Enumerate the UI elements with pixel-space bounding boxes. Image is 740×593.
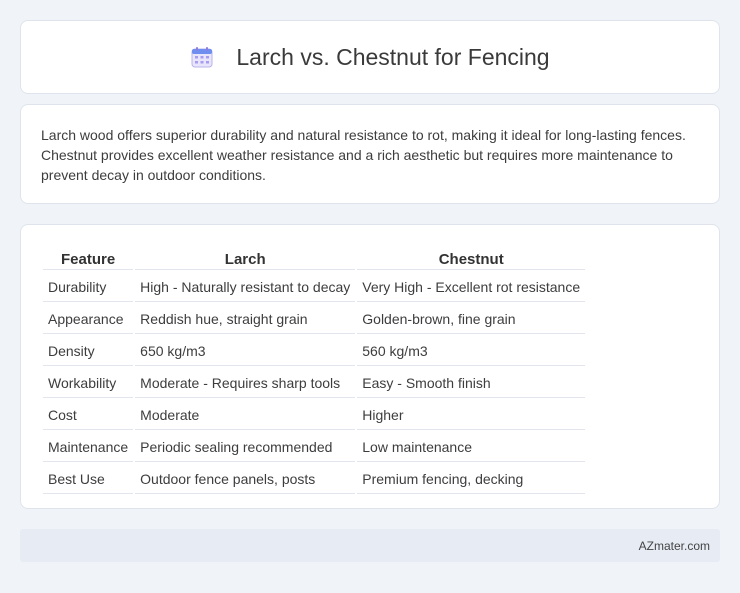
table-row: Maintenance Periodic sealing recommended… — [43, 432, 586, 462]
table-row: Workability Moderate - Requires sharp to… — [43, 368, 586, 398]
table-cell: Appearance — [43, 304, 134, 334]
table-header-row: Feature Larch Chestnut — [43, 247, 586, 270]
table-cell: Cost — [43, 400, 134, 430]
table-cell: High - Naturally resistant to decay — [135, 272, 356, 302]
table-row: Density 650 kg/m3 560 kg/m3 — [43, 336, 586, 366]
summary-text: Larch wood offers superior durability an… — [41, 127, 686, 183]
table-cell: Best Use — [43, 464, 134, 494]
column-header-feature: Feature — [43, 247, 134, 270]
comparison-table-card: Feature Larch Chestnut Durability High -… — [20, 224, 720, 509]
table-cell: Density — [43, 336, 134, 366]
column-header-larch: Larch — [135, 247, 356, 270]
comparison-table: Feature Larch Chestnut Durability High -… — [41, 245, 587, 496]
table-row: Cost Moderate Higher — [43, 400, 586, 430]
column-header-chestnut: Chestnut — [357, 247, 586, 270]
table-row: Best Use Outdoor fence panels, posts Pre… — [43, 464, 586, 494]
table-cell: Moderate - Requires sharp tools — [135, 368, 356, 398]
table-cell: Periodic sealing recommended — [135, 432, 356, 462]
table-cell: Premium fencing, decking — [357, 464, 586, 494]
table-cell: Very High - Excellent rot resistance — [357, 272, 586, 302]
table-cell: Outdoor fence panels, posts — [135, 464, 356, 494]
table-cell: Moderate — [135, 400, 356, 430]
title-card: Larch vs. Chestnut for Fencing — [20, 20, 720, 94]
table-cell: Easy - Smooth finish — [357, 368, 586, 398]
table-cell: Maintenance — [43, 432, 134, 462]
summary-card: Larch wood offers superior durability an… — [20, 104, 720, 204]
table-cell: Reddish hue, straight grain — [135, 304, 356, 334]
calendar-icon — [190, 45, 214, 69]
table-cell: Golden-brown, fine grain — [357, 304, 586, 334]
table-cell: Durability — [43, 272, 134, 302]
footer: AZmater.com — [20, 529, 720, 562]
table-row: Appearance Reddish hue, straight grain G… — [43, 304, 586, 334]
page-title: Larch vs. Chestnut for Fencing — [236, 43, 550, 70]
table-cell: Workability — [43, 368, 134, 398]
footer-site-link[interactable]: AZmater.com — [639, 539, 710, 553]
table-cell: Higher — [357, 400, 586, 430]
table-row: Durability High - Naturally resistant to… — [43, 272, 586, 302]
table-cell: 560 kg/m3 — [357, 336, 586, 366]
table-cell: 650 kg/m3 — [135, 336, 356, 366]
table-cell: Low maintenance — [357, 432, 586, 462]
